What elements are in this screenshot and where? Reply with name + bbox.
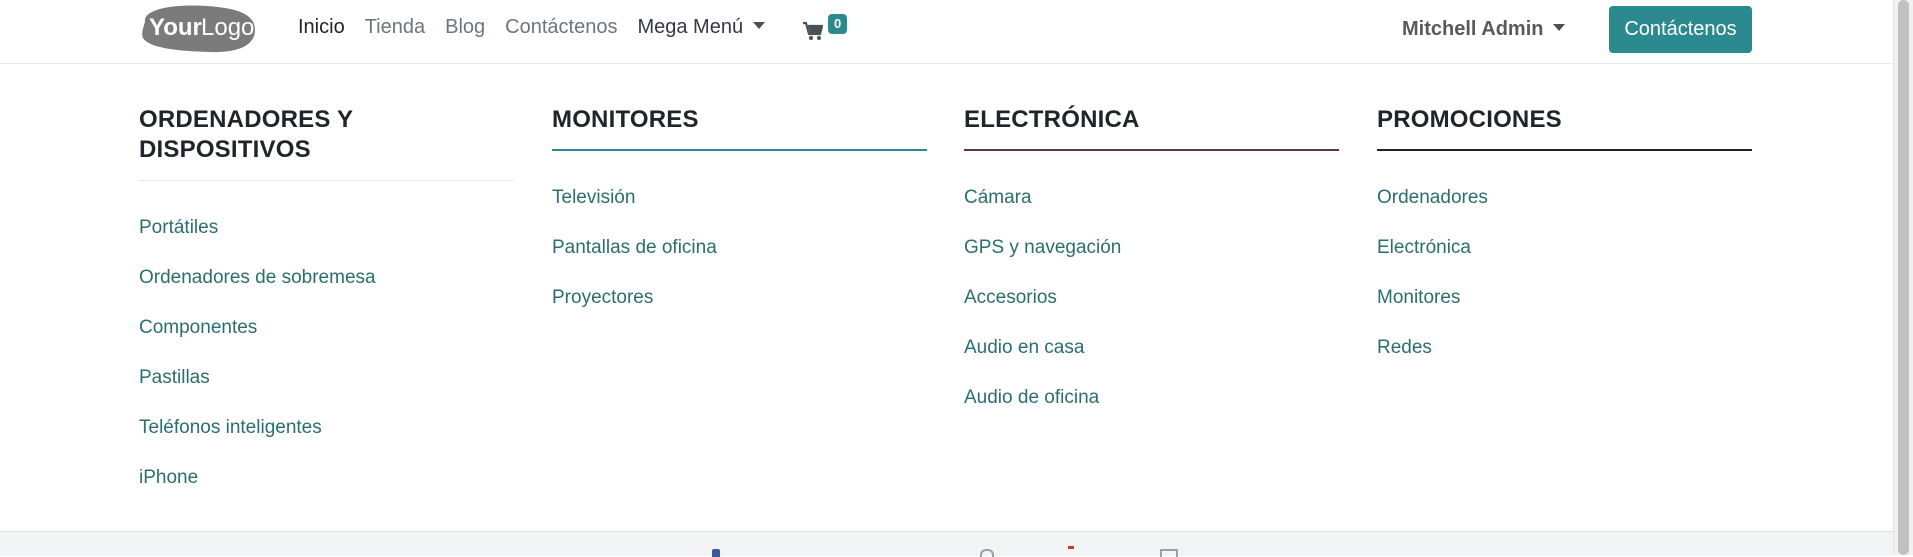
mega-column-electronica: ELECTRÓNICA Cámara GPS y navegación Acce… <box>964 105 1339 408</box>
column-links: Portátiles Ordenadores de sobremesa Comp… <box>139 203 376 503</box>
social-icon[interactable] <box>980 549 994 557</box>
menu-link-electronica[interactable]: Electrónica <box>1377 223 1488 273</box>
column-divider <box>552 149 927 151</box>
page-scrollbar[interactable] <box>1893 0 1913 555</box>
shopping-cart-icon <box>803 21 824 40</box>
caret-down-icon <box>753 22 766 29</box>
column-title-line: DISPOSITIVOS <box>139 136 311 163</box>
menu-link-audio-casa[interactable]: Audio en casa <box>964 323 1121 373</box>
footer-strip <box>0 531 1893 557</box>
column-title: ORDENADORES Y DISPOSITIVOS <box>139 105 514 165</box>
nav-tienda[interactable]: Tienda <box>365 16 425 39</box>
menu-link-gps[interactable]: GPS y navegación <box>964 223 1121 273</box>
menu-link-audio-oficina[interactable]: Audio de oficina <box>964 373 1121 423</box>
mega-column-ordenadores: ORDENADORES Y DISPOSITIVOS Portátiles Or… <box>139 105 514 488</box>
nav-mega-menu[interactable]: Mega Menú <box>637 16 766 39</box>
menu-link-redes[interactable]: Redes <box>1377 323 1488 373</box>
menu-link-television[interactable]: Televisión <box>552 173 717 223</box>
menu-link-monitores[interactable]: Monitores <box>1377 273 1488 323</box>
facebook-icon[interactable] <box>712 549 720 557</box>
user-name: Mitchell Admin <box>1402 18 1544 40</box>
mega-menu-label: Mega Menú <box>637 16 744 38</box>
main-nav: Inicio Tienda Blog Contáctenos Mega Menú <box>298 16 785 39</box>
mega-column-monitores: MONITORES Televisión Pantallas de oficin… <box>552 105 927 308</box>
social-icon[interactable] <box>1068 546 1074 549</box>
mega-column-promociones: PROMOCIONES Ordenadores Electrónica Moni… <box>1377 105 1752 358</box>
column-links: Ordenadores Electrónica Monitores Redes <box>1377 173 1488 373</box>
column-title: ELECTRÓNICA <box>964 105 1339 135</box>
column-divider <box>1377 149 1752 151</box>
column-divider <box>139 180 514 181</box>
menu-link-pastillas[interactable]: Pastillas <box>139 353 376 403</box>
menu-link-proyectores[interactable]: Proyectores <box>552 273 717 323</box>
social-icon[interactable] <box>1160 549 1178 557</box>
column-title-line: ELECTRÓNICA <box>964 106 1140 133</box>
svg-text:Logo: Logo <box>201 14 254 41</box>
menu-link-telefonos[interactable]: Teléfonos inteligentes <box>139 403 376 453</box>
column-title: PROMOCIONES <box>1377 105 1752 135</box>
column-links: Televisión Pantallas de oficina Proyecto… <box>552 173 717 323</box>
column-divider <box>964 149 1339 151</box>
user-menu[interactable]: Mitchell Admin <box>1402 18 1566 41</box>
menu-link-sobremesa[interactable]: Ordenadores de sobremesa <box>139 253 376 303</box>
logo[interactable]: Your Logo <box>137 2 259 55</box>
cart-button[interactable]: 0 <box>802 14 850 44</box>
column-title: MONITORES <box>552 105 927 135</box>
scrollbar-thumb[interactable] <box>1898 0 1909 555</box>
logo-image: Your Logo <box>142 5 255 53</box>
column-links: Cámara GPS y navegación Accesorios Audio… <box>964 173 1121 423</box>
menu-link-ordenadores[interactable]: Ordenadores <box>1377 173 1488 223</box>
contact-button[interactable]: Contáctenos <box>1609 6 1752 53</box>
caret-down-icon <box>1553 24 1566 31</box>
menu-link-camara[interactable]: Cámara <box>964 173 1121 223</box>
svg-text:Your: Your <box>149 14 202 41</box>
menu-link-iphone[interactable]: iPhone <box>139 453 376 503</box>
column-title-line: MONITORES <box>552 106 699 133</box>
column-title-line: PROMOCIONES <box>1377 106 1562 133</box>
menu-link-accesorios[interactable]: Accesorios <box>964 273 1121 323</box>
column-title-line: ORDENADORES Y <box>139 106 354 133</box>
cart-count-badge: 0 <box>828 14 848 34</box>
menu-link-pantallas-oficina[interactable]: Pantallas de oficina <box>552 223 717 273</box>
nav-contactenos[interactable]: Contáctenos <box>505 16 617 39</box>
menu-link-componentes[interactable]: Componentes <box>139 303 376 353</box>
menu-link-portatiles[interactable]: Portátiles <box>139 203 376 253</box>
nav-blog[interactable]: Blog <box>445 16 485 39</box>
site-header: Your Logo Inicio Tienda Blog Contáctenos… <box>0 0 1893 64</box>
nav-inicio[interactable]: Inicio <box>298 16 345 39</box>
